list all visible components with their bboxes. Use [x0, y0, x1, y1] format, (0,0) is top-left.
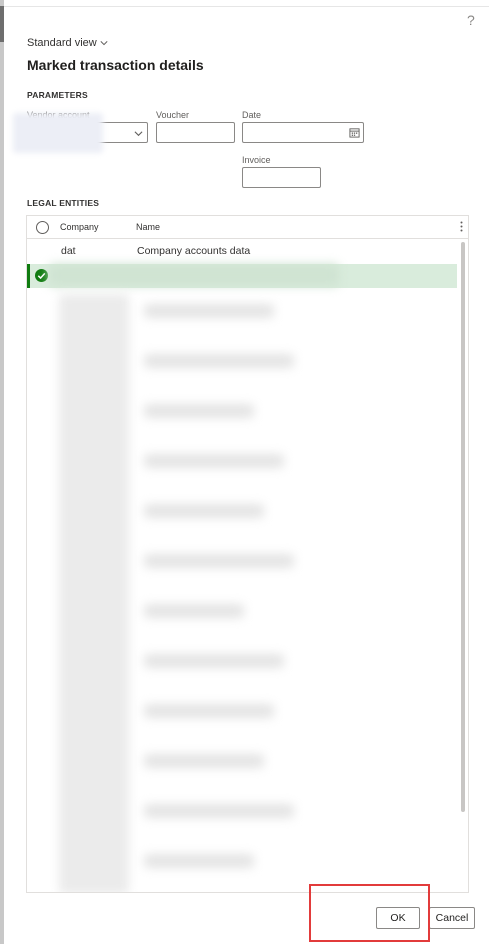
selected-row-accent — [27, 264, 30, 288]
redacted-vendor-value — [13, 113, 103, 153]
date-label: Date — [242, 110, 262, 120]
column-header-company[interactable]: Company — [60, 222, 99, 232]
select-all-radio[interactable] — [36, 221, 49, 234]
chevron-down-icon[interactable] — [134, 129, 143, 138]
table-row[interactable]: dat Company accounts data — [27, 239, 457, 263]
parameters-section-label: PARAMETERS — [27, 90, 88, 100]
chevron-down-icon — [100, 41, 108, 46]
redacted-rows — [49, 264, 339, 892]
page-title: Marked transaction details — [27, 57, 204, 73]
voucher-label: Voucher — [156, 110, 190, 120]
highlight-box — [309, 884, 430, 942]
grid-scrollbar[interactable] — [461, 242, 465, 812]
date-field[interactable] — [242, 122, 364, 143]
more-vertical-icon[interactable] — [460, 221, 463, 232]
help-icon[interactable]: ? — [467, 12, 475, 28]
grid-header: Company Name — [27, 216, 468, 239]
legal-entities-section-label: LEGAL ENTITIES — [27, 198, 100, 208]
voucher-field[interactable] — [156, 122, 235, 143]
cell-name: Company accounts data — [137, 245, 251, 257]
cell-company: dat — [61, 245, 76, 257]
invoice-label: Invoice — [242, 155, 271, 165]
left-rail-marker — [0, 6, 4, 42]
checkmark-circle-icon[interactable] — [35, 269, 48, 282]
legal-entities-grid: Company Name dat Company accounts data — [26, 215, 469, 893]
cancel-button[interactable]: Cancel — [429, 907, 475, 929]
top-divider — [4, 6, 489, 7]
view-selector[interactable]: Standard view — [27, 37, 108, 49]
view-label: Standard view — [27, 37, 97, 49]
column-header-name[interactable]: Name — [136, 222, 160, 232]
invoice-field[interactable] — [242, 167, 321, 188]
calendar-icon[interactable] — [349, 127, 360, 138]
left-rail — [0, 0, 4, 944]
